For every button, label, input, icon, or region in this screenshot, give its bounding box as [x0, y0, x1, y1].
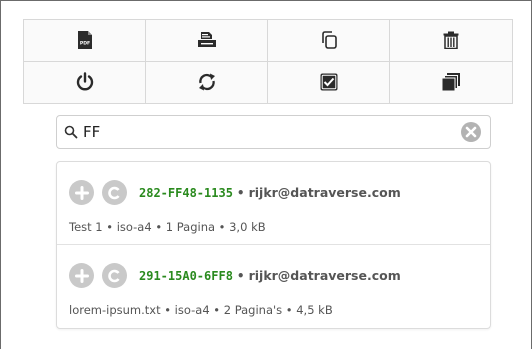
- app-frame: PDF FF 282-FF48-1135 • rijkr@datraverse.…: [0, 0, 532, 349]
- stack-button[interactable]: [390, 62, 512, 104]
- trash-icon: [443, 31, 459, 50]
- toolbar: PDF: [23, 19, 513, 104]
- printer-icon: [197, 32, 216, 48]
- plus-icon: [74, 185, 89, 200]
- stack-icon: [441, 73, 460, 92]
- search-icon: [63, 124, 79, 140]
- document-details: Test 1 • iso-a4 • 1 Pagina • 3,0 kB: [69, 220, 266, 234]
- search-box: [56, 115, 491, 149]
- document-owner-email: rijkr@datraverse.com: [248, 268, 401, 283]
- plus-icon: [74, 268, 89, 283]
- separator: •: [236, 185, 245, 200]
- document-owner-email: rijkr@datraverse.com: [248, 185, 401, 200]
- add-button[interactable]: [69, 180, 94, 205]
- separator: •: [236, 268, 245, 283]
- copy-button[interactable]: [268, 20, 390, 62]
- print-button[interactable]: [146, 20, 268, 62]
- clear-search-button[interactable]: [460, 121, 482, 143]
- result-header: 291-15A0-6FF8 • rijkr@datraverse.com: [69, 263, 401, 288]
- copyright-icon: [107, 186, 120, 199]
- refresh-button[interactable]: [146, 61, 268, 103]
- refresh-icon: [198, 73, 215, 91]
- search-input[interactable]: [79, 117, 460, 147]
- copyright-icon: [107, 269, 120, 282]
- copy-icon: [321, 31, 337, 50]
- result-item[interactable]: 282-FF48-1135 • rijkr@datraverse.com Tes…: [57, 162, 490, 245]
- results-list: 282-FF48-1135 • rijkr@datraverse.com Tes…: [56, 161, 491, 329]
- pdf-label: PDF: [79, 41, 89, 47]
- add-button[interactable]: [69, 263, 94, 288]
- document-code[interactable]: 291-15A0-6FF8: [139, 269, 233, 283]
- checkbox-icon: [320, 73, 337, 91]
- document-details: lorem-ipsum.txt • iso-a4 • 2 Pagina's • …: [69, 303, 333, 317]
- clear-icon: [461, 122, 481, 142]
- reload-button[interactable]: [102, 263, 127, 288]
- reload-button[interactable]: [102, 180, 127, 205]
- document-code[interactable]: 282-FF48-1135: [139, 186, 233, 200]
- result-header: 282-FF48-1135 • rijkr@datraverse.com: [69, 180, 401, 205]
- pdf-file-icon: PDF: [77, 31, 92, 50]
- power-button[interactable]: [24, 61, 146, 103]
- delete-button[interactable]: [390, 20, 512, 62]
- pdf-button[interactable]: PDF: [24, 20, 146, 62]
- select-button[interactable]: [268, 61, 390, 103]
- power-icon: [76, 72, 93, 91]
- result-item[interactable]: 291-15A0-6FF8 • rijkr@datraverse.com lor…: [57, 245, 490, 328]
